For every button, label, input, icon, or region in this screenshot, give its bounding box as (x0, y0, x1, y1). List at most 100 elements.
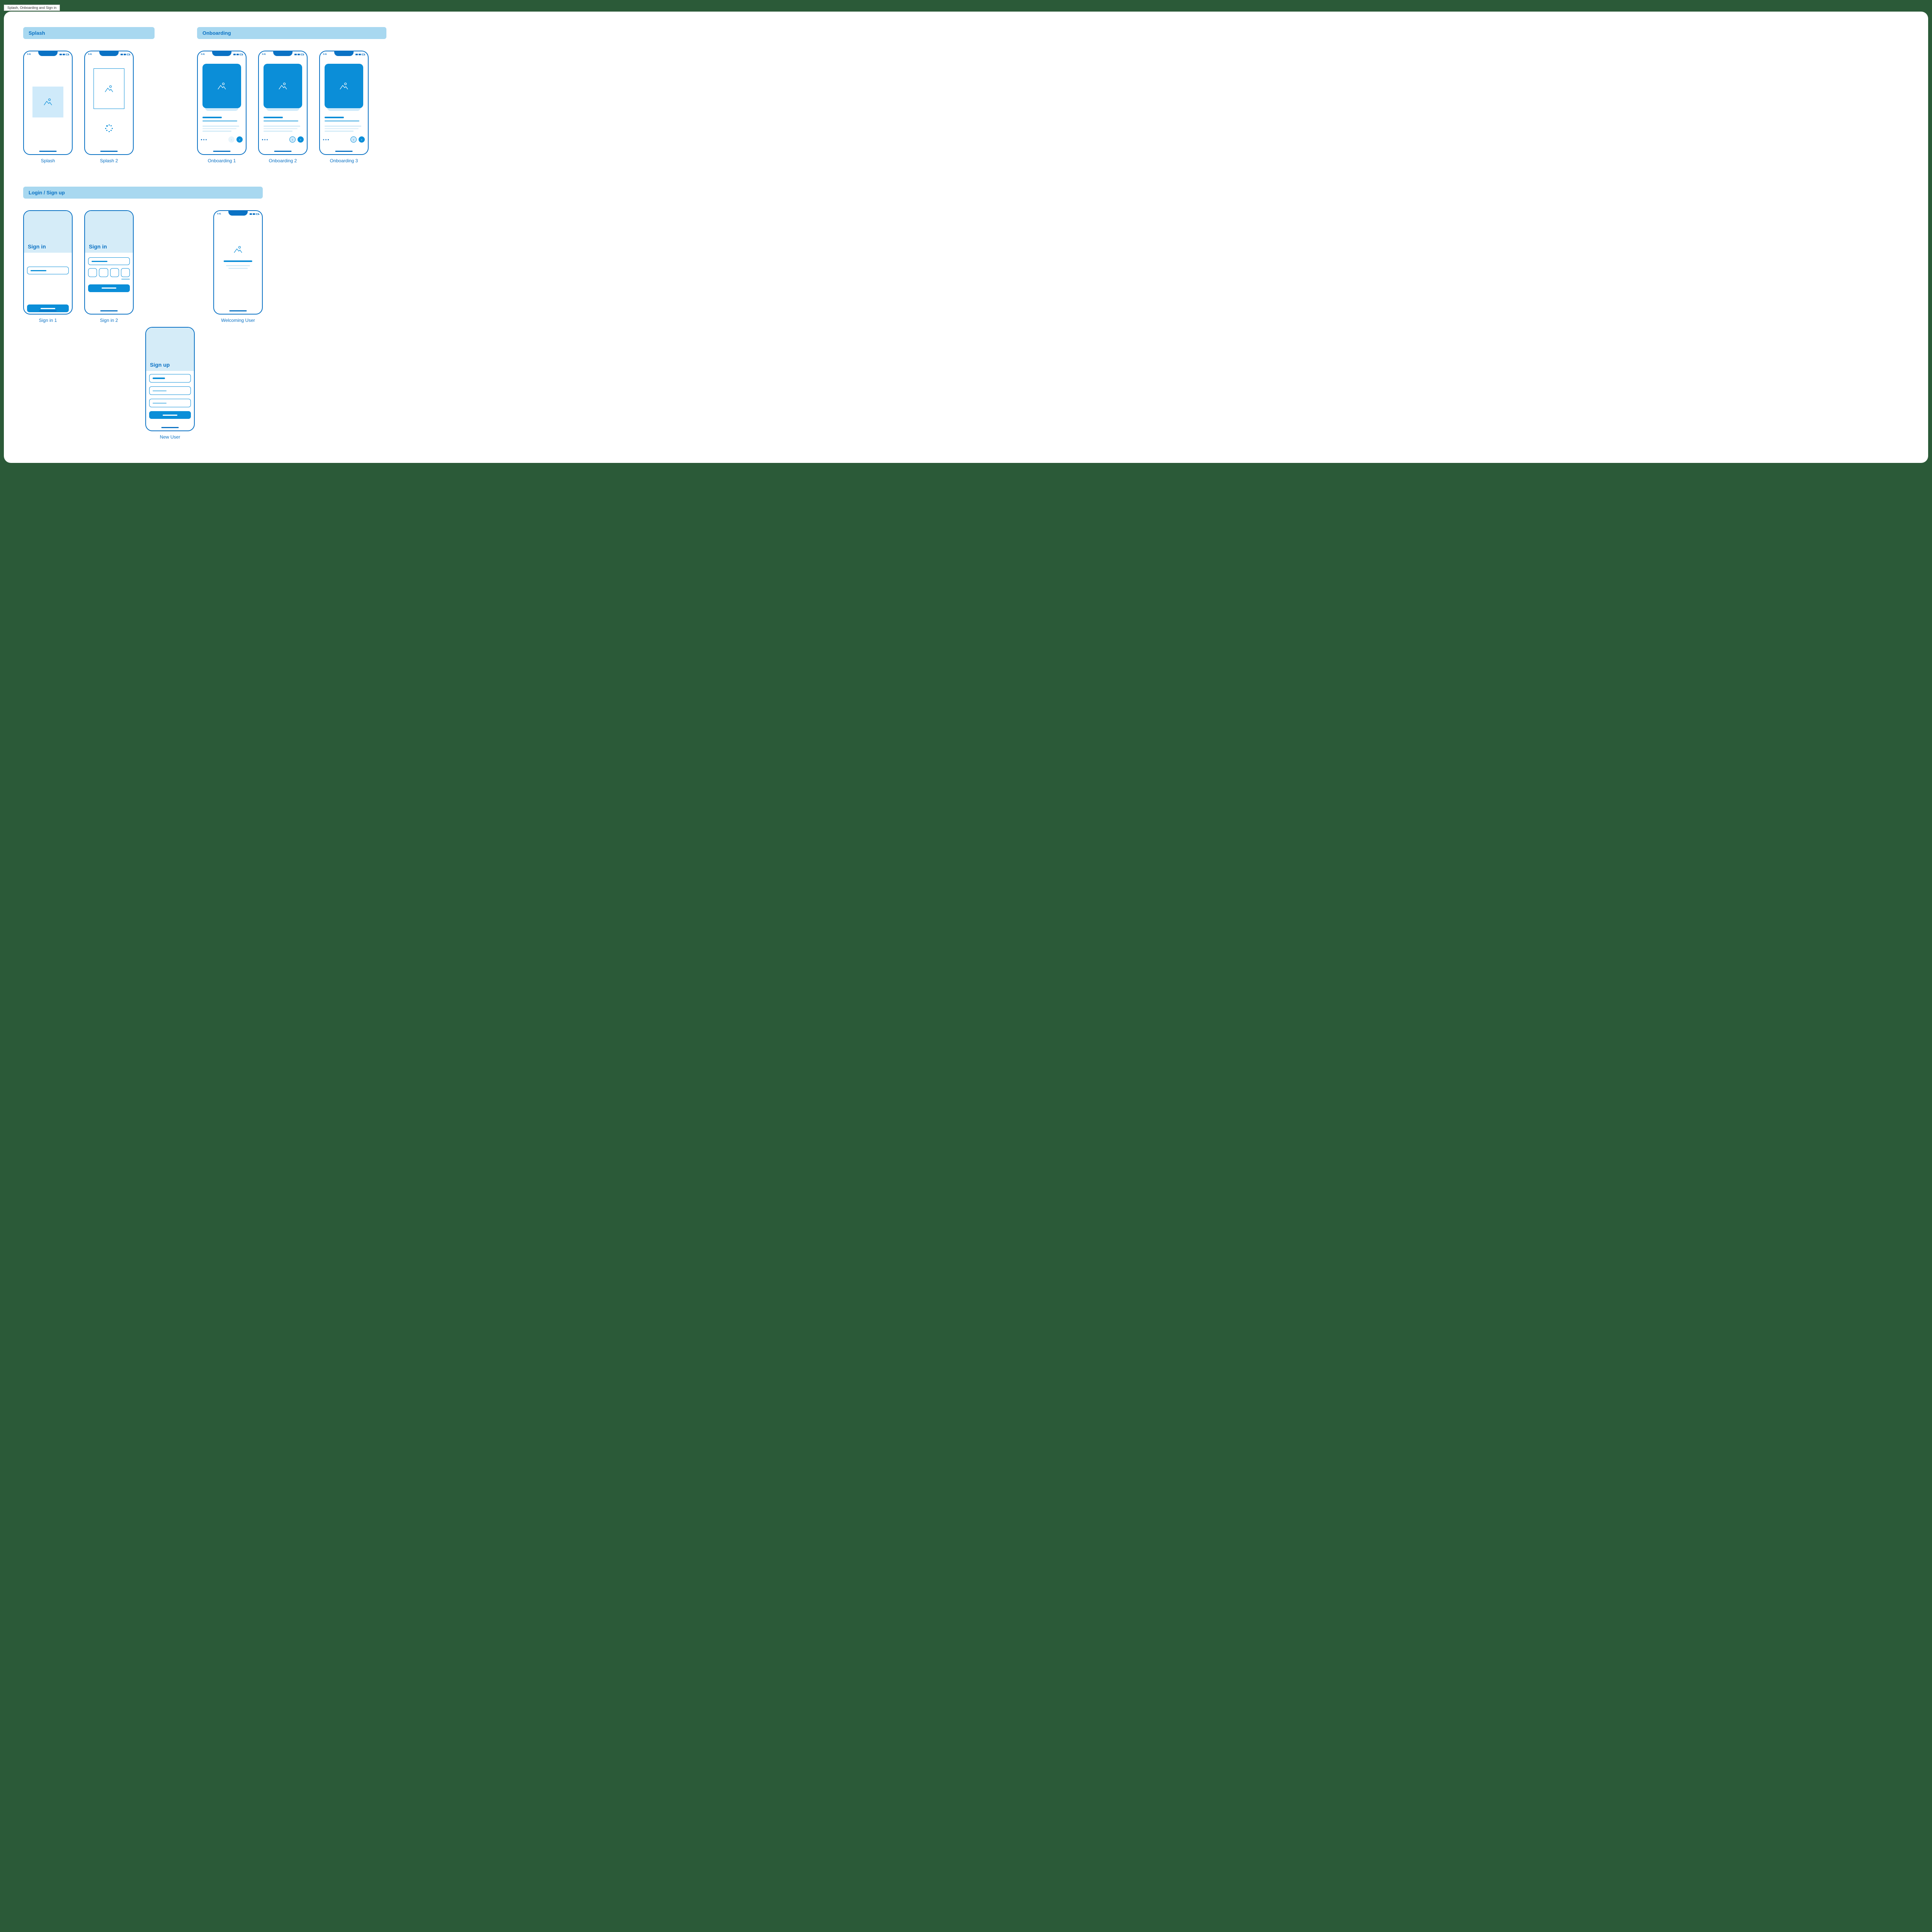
resend-link[interactable] (121, 279, 130, 280)
welcome-line (226, 265, 250, 266)
signal-icon (60, 54, 62, 55)
otp-digit-4[interactable] (121, 268, 130, 277)
status-icons (121, 54, 130, 55)
onboarding-image (202, 64, 241, 108)
next-button[interactable]: › (359, 136, 365, 143)
email-input[interactable] (149, 386, 191, 395)
next-button[interactable]: › (236, 136, 243, 143)
onboarding-image-stack (325, 64, 363, 108)
signup-button[interactable] (149, 411, 191, 419)
caption-signin-2: Sign in 2 (100, 318, 118, 323)
status-time: 9:41 (201, 53, 205, 56)
page-dot (323, 139, 324, 140)
next-button[interactable]: › (298, 136, 304, 143)
prev-button[interactable]: ‹ (350, 136, 357, 143)
header-panel: Sign in (24, 211, 72, 253)
signal-icon (233, 54, 236, 55)
screen-title: Sign up (150, 362, 170, 368)
page-dot (203, 139, 204, 140)
caption-splash-1: Splash (41, 158, 55, 163)
section-header-login: Login / Sign up (23, 187, 263, 199)
page-dot (264, 139, 265, 140)
screen-signin-2[interactable]: 9:41 Sign in (84, 210, 134, 315)
name-input[interactable] (149, 374, 191, 383)
otp-inputs (88, 268, 130, 277)
body-line (202, 128, 236, 129)
section-header-onboarding: Onboarding (197, 27, 386, 39)
button-label (41, 308, 55, 309)
button-label (163, 415, 177, 416)
prev-button-disabled: ‹ (228, 136, 235, 143)
body-line (264, 131, 293, 132)
subtitle-placeholder (264, 120, 298, 122)
status-time: 9:41 (217, 213, 221, 215)
caption-welcome: Welcoming User (221, 318, 255, 323)
screen-signin-1[interactable]: 9:41 Sign in (23, 210, 73, 315)
prev-button[interactable]: ‹ (289, 136, 296, 143)
input-value (153, 378, 165, 379)
button-label (102, 287, 116, 289)
caption-splash-2: Splash 2 (100, 158, 118, 163)
title-placeholder (264, 117, 283, 118)
splash-image-frame (94, 68, 124, 109)
status-time: 9:41 (262, 53, 266, 56)
continue-button[interactable] (27, 304, 69, 312)
otp-digit-3[interactable] (110, 268, 119, 277)
body-line (325, 128, 359, 129)
body-line (202, 126, 239, 127)
phone-input[interactable] (88, 257, 130, 265)
status-icons (250, 213, 259, 215)
body-line (325, 131, 354, 132)
splash-image-placeholder (32, 87, 63, 117)
wifi-icon (63, 54, 65, 55)
caption-onboarding-1: Onboarding 1 (208, 158, 236, 163)
image-icon (217, 82, 227, 90)
body-line (264, 128, 298, 129)
header-panel: Sign up (146, 328, 194, 371)
status-icons (294, 54, 304, 55)
status-icons (60, 54, 69, 55)
section-splash: Splash 9:41 (23, 27, 155, 163)
input-placeholder (153, 390, 167, 391)
title-placeholder (325, 117, 344, 118)
status-time: 9:41 (27, 53, 31, 56)
status-time: 9:41 (88, 53, 92, 56)
onboarding-text (202, 117, 241, 132)
subtitle-placeholder (325, 120, 359, 122)
screen-welcome[interactable]: 9:41 (213, 210, 263, 315)
screen-onboarding-2[interactable]: 9:41 (258, 51, 308, 155)
image-icon (43, 98, 53, 106)
otp-digit-2[interactable] (99, 268, 108, 277)
status-bar: 9:41 (259, 52, 307, 57)
battery-icon (240, 54, 243, 55)
section-login: Login / Sign up 9:41 Sign in (23, 187, 263, 440)
status-bar: 9:41 (214, 212, 262, 216)
section-onboarding: Onboarding 9:41 (197, 27, 386, 163)
battery-icon (301, 54, 304, 55)
onboarding-text (264, 117, 302, 132)
screen-splash-2[interactable]: 9:41 (84, 51, 134, 155)
page-dots (323, 139, 329, 140)
screen-title: Sign in (28, 243, 46, 250)
screen-title: Sign in (89, 243, 107, 250)
screen-signup[interactable]: 9:41 Sign up (145, 327, 195, 431)
password-input[interactable] (149, 399, 191, 407)
screen-onboarding-1[interactable]: 9:41 (197, 51, 247, 155)
page-dot (206, 139, 207, 140)
page-dot-active (201, 139, 202, 140)
welcome-image-icon (233, 246, 243, 253)
screen-splash-1[interactable]: 9:41 (23, 51, 73, 155)
caption-onboarding-3: Onboarding 3 (330, 158, 358, 163)
caption-onboarding-2: Onboarding 2 (269, 158, 297, 163)
input-placeholder (153, 403, 167, 404)
page-dot-active (328, 139, 329, 140)
screen-onboarding-3[interactable]: 9:41 (319, 51, 369, 155)
verify-button[interactable] (88, 284, 130, 292)
onboarding-nav: ‹ › (323, 136, 365, 143)
otp-digit-1[interactable] (88, 268, 97, 277)
image-icon (278, 82, 288, 90)
wifi-icon (253, 213, 255, 215)
phone-input[interactable] (27, 267, 69, 274)
title-placeholder (202, 117, 222, 118)
file-tab: Splash, Onboarding and Sign in (4, 5, 60, 11)
